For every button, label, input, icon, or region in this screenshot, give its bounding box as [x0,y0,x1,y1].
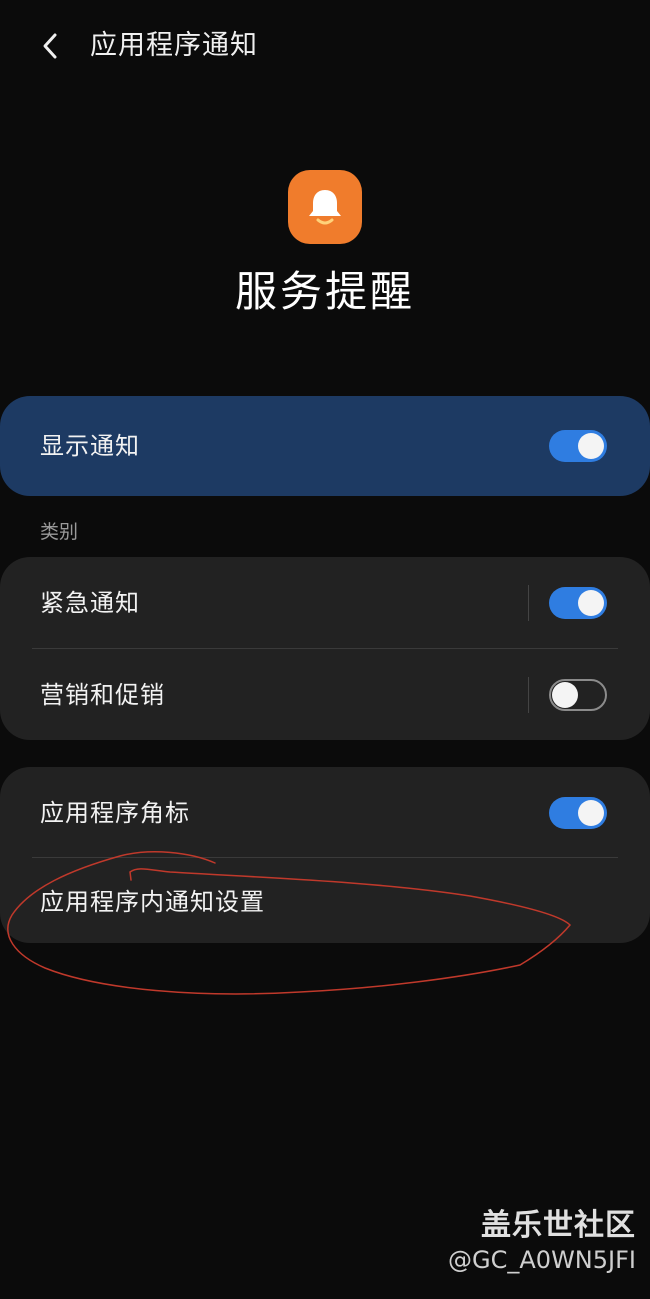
toggle-knob [578,433,604,459]
chevron-left-icon [43,33,57,59]
show-notifications-label: 显示通知 [40,432,140,460]
row-separator [528,585,529,621]
urgent-notification-label[interactable]: 紧急通知 [40,587,140,619]
categories-card: 紧急通知 营销和促销 [0,557,650,740]
toggle-knob [578,800,604,826]
watermark-title: 盖乐世社区 [481,1208,636,1243]
app-name: 服务提醒 [234,267,415,316]
watermark-user: @GC_A0WN5JFI [448,1246,636,1274]
divider [32,857,618,858]
categories-section-label: 类别 [40,521,79,543]
page-title: 应用程序通知 [90,30,258,61]
show-notifications-row[interactable]: 显示通知 [0,396,650,496]
divider [32,648,618,649]
bell-icon [309,190,341,225]
toggle-knob [578,590,604,616]
app-icon [288,170,362,244]
toggle-knob [552,682,578,708]
other-settings-card: 应用程序角标 应用程序内通知设置 [0,767,650,943]
in-app-notification-settings[interactable]: 应用程序内通知设置 [40,886,265,918]
back-button[interactable] [30,26,70,66]
top-app-bar: 应用程序通知 [0,0,650,92]
marketing-promo-toggle[interactable] [549,679,607,711]
urgent-notification-toggle[interactable] [549,587,607,619]
app-badge-toggle[interactable] [549,797,607,829]
app-badge-label[interactable]: 应用程序角标 [40,797,190,829]
marketing-promo-label[interactable]: 营销和促销 [40,679,165,711]
show-notifications-toggle[interactable] [549,430,607,462]
row-separator [528,677,529,713]
